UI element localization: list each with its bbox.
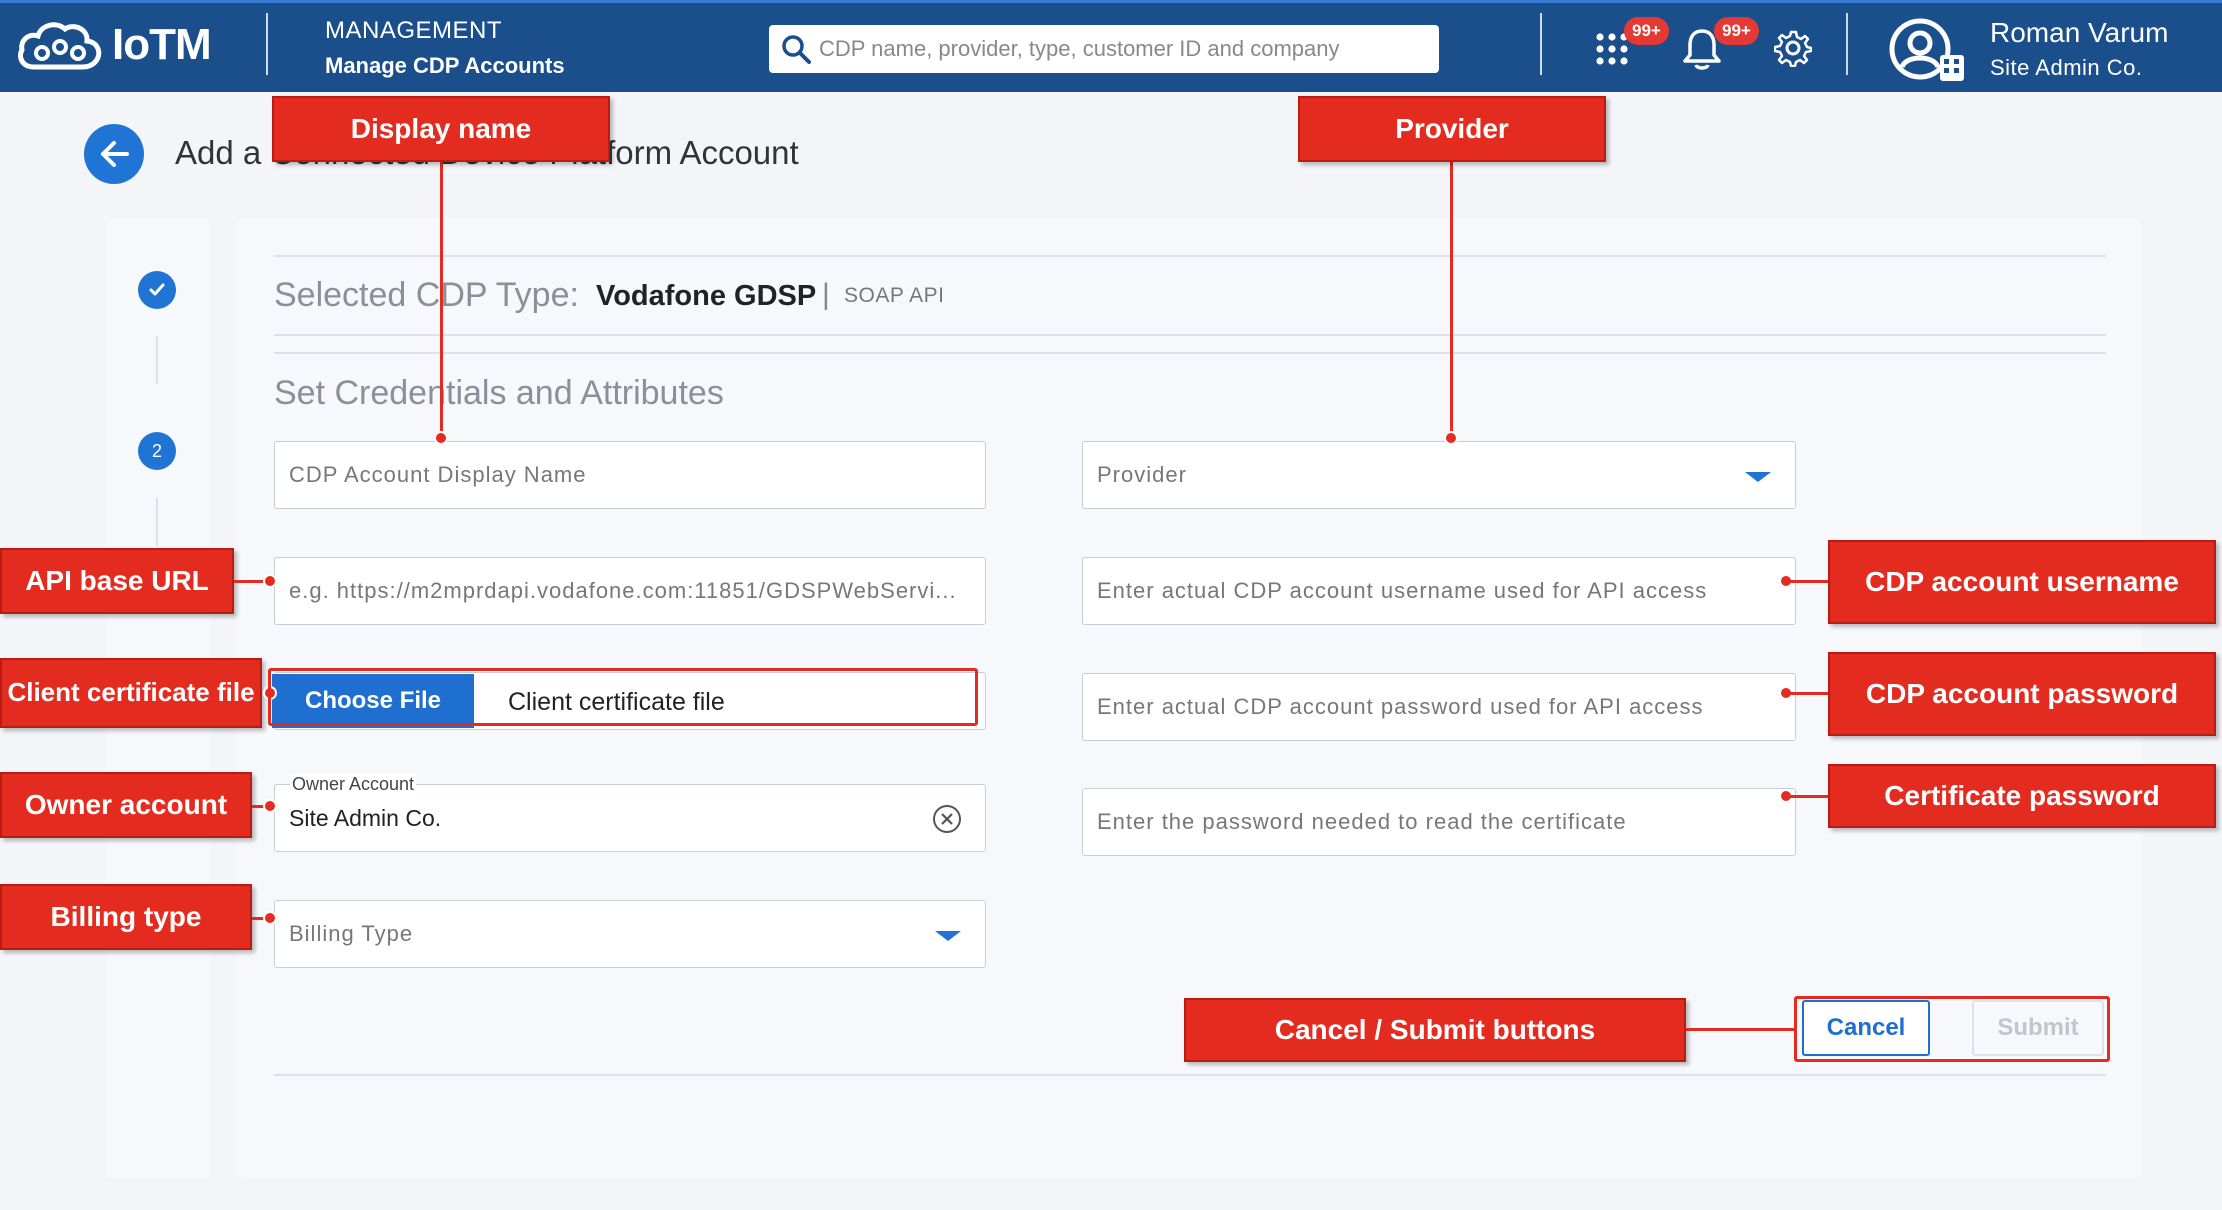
clear-icon[interactable] — [933, 805, 961, 833]
top-navigation-bar: IoTM MANAGEMENT Manage CDP Accounts 99+ … — [0, 0, 2222, 92]
username-field[interactable] — [1082, 557, 1796, 625]
apps-badge: 99+ — [1624, 17, 1669, 45]
step-2-current: 2 — [138, 432, 176, 470]
user-avatar-icon — [1889, 18, 1964, 81]
certificate-password-input[interactable] — [1097, 809, 1795, 835]
annotation-connector — [440, 160, 443, 440]
user-avatar[interactable] — [1888, 17, 1978, 92]
annotation-billing-type: Billing type — [0, 884, 252, 950]
section-label: MANAGEMENT — [325, 17, 503, 44]
owner-account-value: Site Admin Co. — [289, 804, 442, 831]
app-logo[interactable]: IoTM — [16, 17, 212, 73]
selected-type-label: Selected CDP Type: — [274, 276, 579, 314]
annotation-cdp-password: CDP account password — [1828, 652, 2216, 736]
annotation-dot — [434, 431, 448, 445]
selected-type-value: Vodafone GDSP — [596, 280, 817, 312]
annotation-dot — [263, 911, 277, 925]
app-name: IoTM — [112, 20, 212, 69]
annotation-api-base-url: API base URL — [0, 548, 234, 614]
billing-type-placeholder: Billing Type — [289, 921, 414, 946]
provider-placeholder: Provider — [1097, 462, 1187, 487]
billing-type-select[interactable]: Billing Type — [274, 900, 986, 968]
step-connector — [156, 336, 158, 384]
divider — [274, 1074, 2106, 1076]
annotation-owner-account: Owner account — [0, 772, 252, 838]
annotation-connector — [1790, 580, 1828, 583]
password-field[interactable] — [1082, 673, 1796, 741]
arrow-left-icon — [101, 141, 129, 167]
display-name-input[interactable] — [289, 462, 985, 488]
annotation-connector — [1790, 795, 1828, 798]
settings-button[interactable] — [1773, 29, 1813, 72]
search-input[interactable] — [819, 36, 1399, 62]
search-box — [769, 25, 1439, 73]
header-divider — [266, 13, 268, 75]
chevron-down-icon — [935, 931, 961, 941]
certificate-password-field[interactable] — [1082, 788, 1796, 856]
api-url-field[interactable] — [274, 557, 986, 625]
annotation-certificate-password: Certificate password — [1828, 764, 2216, 828]
annotation-cdp-username: CDP account username — [1828, 540, 2216, 624]
annotation-display-name: Display name — [272, 96, 610, 162]
annotation-highlight-box — [268, 668, 978, 726]
display-name-field[interactable] — [274, 441, 986, 509]
annotation-connector — [1790, 692, 1828, 695]
username-input[interactable] — [1097, 578, 1795, 604]
password-input[interactable] — [1097, 694, 1795, 720]
divider — [274, 352, 2106, 354]
section-title: Set Credentials and Attributes — [274, 374, 724, 412]
cloud-logo-icon — [18, 22, 102, 70]
user-name[interactable]: Roman Varum — [1990, 17, 2168, 49]
annotation-connector — [1450, 160, 1453, 440]
divider — [274, 334, 2106, 336]
breadcrumb: MANAGEMENT Manage CDP Accounts — [325, 17, 565, 79]
header-divider — [1540, 13, 1542, 75]
subsection-label: Manage CDP Accounts — [325, 53, 565, 78]
owner-account-label: Owner Account — [290, 774, 417, 795]
step-connector — [156, 498, 158, 546]
provider-select[interactable]: Provider — [1082, 441, 1796, 509]
type-separator: | — [822, 278, 830, 311]
annotation-highlight-box — [1794, 996, 2110, 1062]
annotation-connector — [1686, 1028, 1794, 1031]
user-company: Site Admin Co. — [1990, 55, 2143, 80]
annotation-provider: Provider — [1298, 96, 1606, 162]
back-button[interactable] — [84, 124, 144, 184]
divider — [274, 255, 2106, 257]
header-divider — [1846, 13, 1848, 75]
selected-type-api: SOAP API — [844, 284, 945, 307]
annotation-dot — [263, 799, 277, 813]
annotation-dot — [1444, 431, 1458, 445]
search-icon — [782, 35, 811, 64]
step-1-complete — [138, 271, 176, 309]
notifications-badge: 99+ — [1714, 17, 1759, 45]
annotation-client-certificate: Client certificate file — [0, 658, 262, 728]
chevron-down-icon — [1745, 472, 1771, 482]
gear-icon — [1773, 30, 1813, 68]
annotation-dot — [263, 574, 277, 588]
check-icon — [149, 283, 165, 296]
annotation-cancel-submit: Cancel / Submit buttons — [1184, 998, 1686, 1062]
api-url-input[interactable] — [289, 578, 985, 604]
